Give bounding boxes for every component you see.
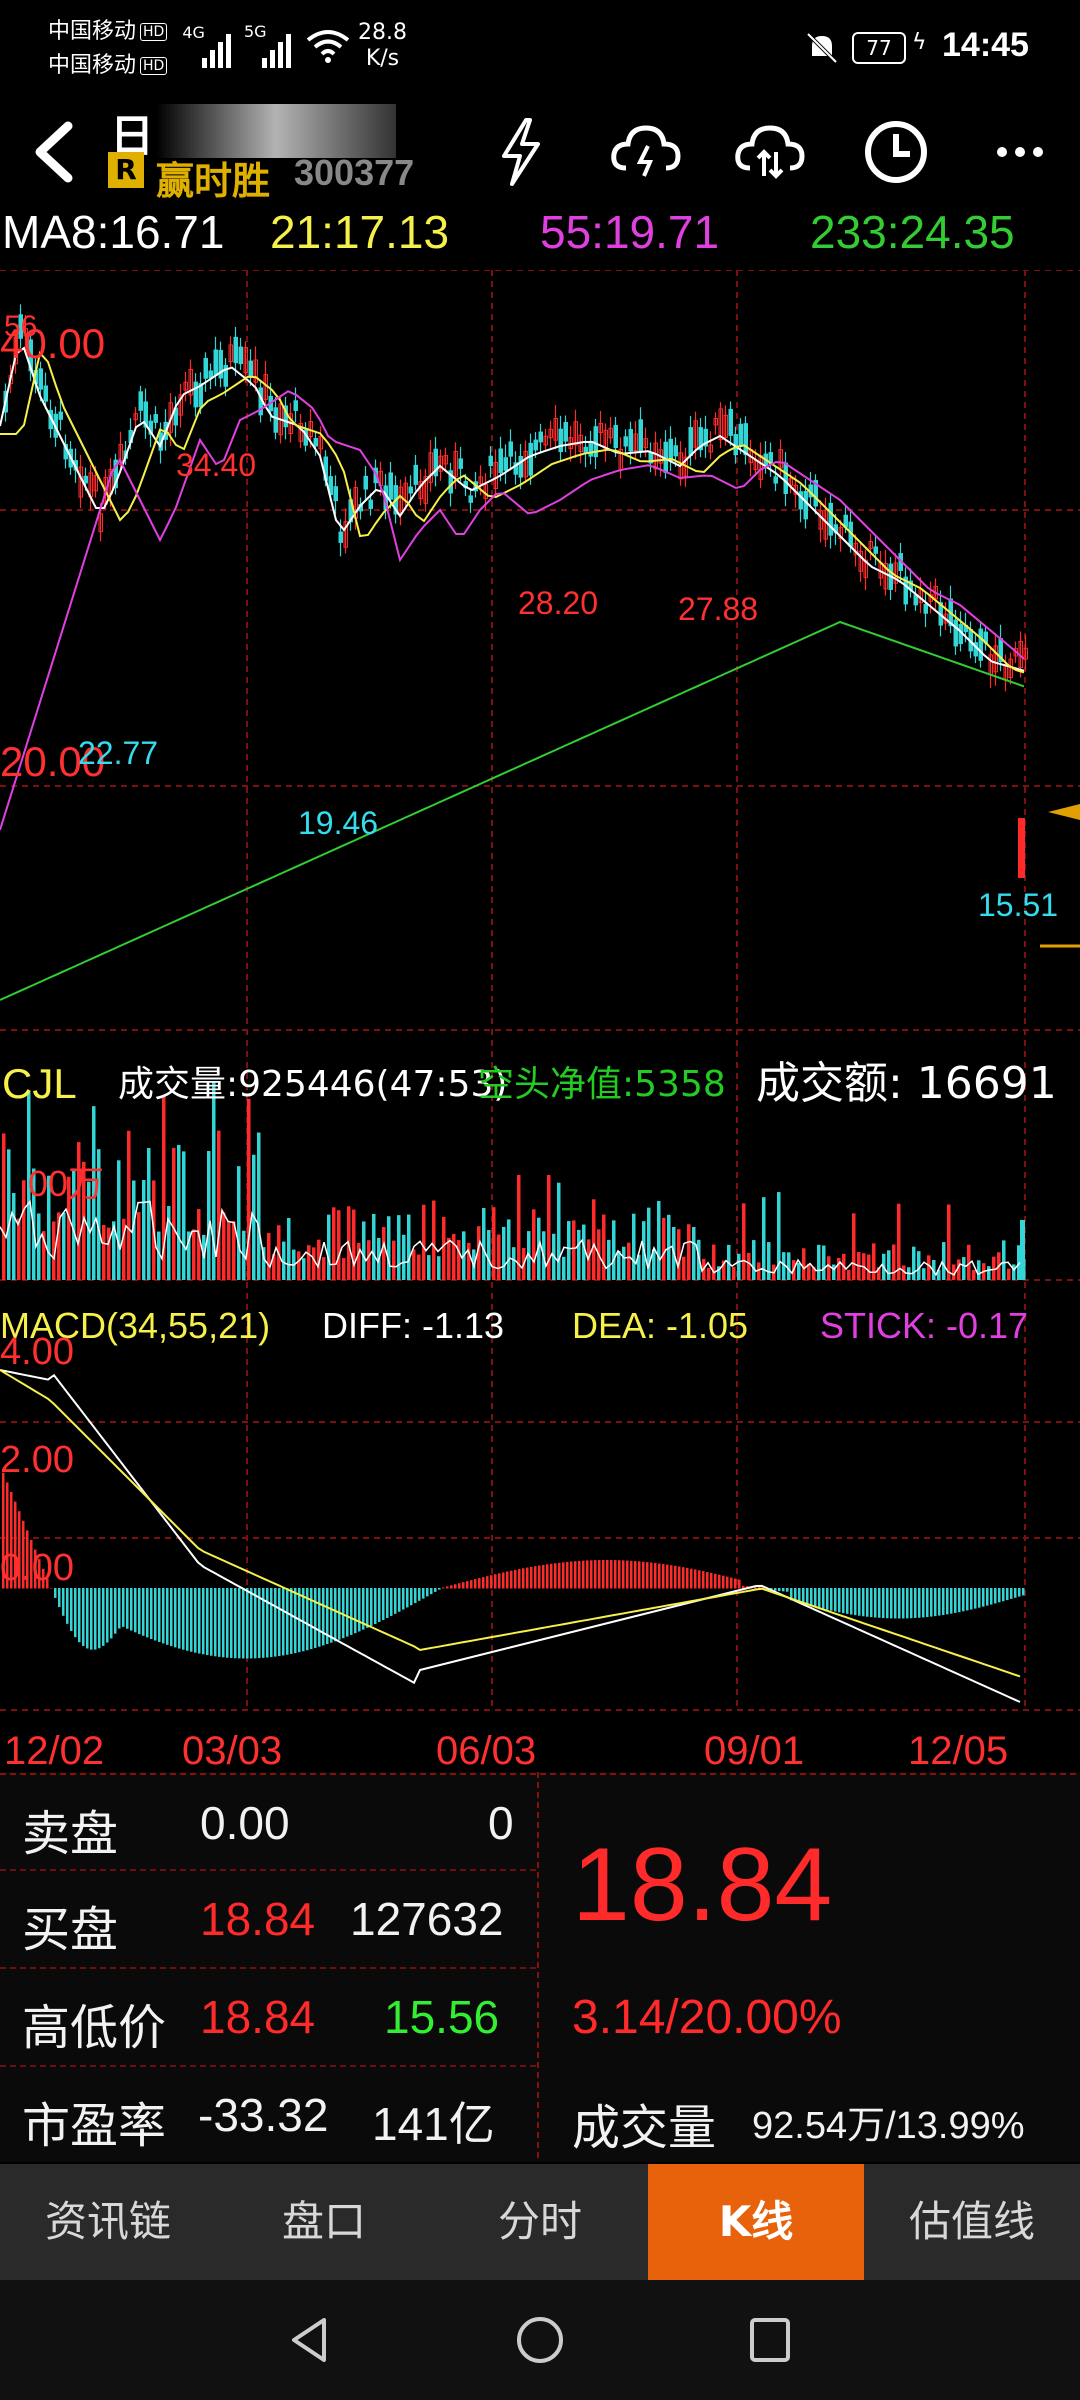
high-low-label: 高低价 — [22, 2000, 167, 2056]
quote-panel: 卖盘 0.00 0 买盘 18.84 127632 高低价 18.84 15.5… — [0, 1772, 1080, 2162]
clock-time: 14:45 — [942, 26, 1029, 64]
ma21-value: 21:17.13 — [270, 206, 450, 258]
tab-news-chain[interactable]: 资讯链 — [0, 2164, 216, 2280]
candlesticks — [3, 304, 1028, 878]
axis-top-label: 40.00 — [0, 320, 105, 367]
market-cap: 141亿 — [372, 2098, 495, 2150]
charging-icon: ϟ — [912, 30, 927, 55]
annotation-low-1: 22.77 — [78, 735, 158, 771]
macd-stick: STICK: -0.17 — [820, 1305, 1028, 1346]
net-value-label: 空头净值:5358 — [478, 1064, 726, 1105]
high-price: 18.84 — [200, 1991, 316, 2043]
date-label-4: 09/01 — [704, 1729, 804, 1770]
price-change: 3.14/20.00% — [572, 1991, 842, 2044]
volume-label: 成交量:925446(47:53) — [118, 1064, 507, 1105]
macd-bars — [2, 1472, 1025, 1659]
volume-value-panel: 92.54万/13.99% — [752, 2105, 1025, 2147]
carrier-1: 中国移动 HD 4G — [48, 19, 205, 44]
carrier-2: 中国移动 HD — [48, 50, 168, 82]
buy-volume: 127632 — [350, 1893, 504, 1945]
price-marker-icon — [1048, 804, 1080, 820]
annotation-low-2: 19.46 — [298, 805, 378, 841]
macd-lines — [0, 1369, 1021, 1703]
pe-label: 市盈率 — [22, 2098, 167, 2154]
chart-area[interactable]: 56 40.00 20.00 34.40 28.20 27.88 22.77 1… — [0, 269, 1080, 1773]
annotation-high-1: 34.40 — [176, 447, 256, 483]
kline-chart[interactable]: 56 40.00 20.00 34.40 28.20 27.88 22.77 1… — [0, 269, 1080, 1773]
volume-label-panel: 成交量 — [572, 2100, 717, 2156]
nav-recents-icon[interactable] — [740, 2310, 800, 2374]
mute-icon — [804, 30, 840, 70]
current-price: 18.84 — [572, 1827, 833, 1943]
net-speed: 28.8 K/s — [358, 20, 407, 71]
date-label-5: 12/05 — [908, 1729, 1008, 1770]
back-icon[interactable] — [16, 112, 96, 192]
chart-grid — [0, 269, 1080, 1711]
annotation-high-2: 28.20 — [518, 585, 598, 621]
nav-back-icon[interactable] — [280, 2310, 340, 2374]
volume-axis-label: 00万 — [28, 1163, 104, 1204]
status-bar: 中国移动 HD 4G 中国移动 HD 5G 28.8 K/s 77 ϟ 14:45 — [0, 0, 1080, 100]
tab-kline[interactable]: K线 — [648, 2164, 864, 2280]
nav-home-icon[interactable] — [510, 2310, 570, 2374]
annotation-low-3: 15.51 — [978, 887, 1058, 923]
date-label-2: 03/03 — [182, 1729, 282, 1770]
macd-axis-2: 2.00 — [0, 1439, 74, 1481]
macd-axis-4: 4.00 — [0, 1331, 74, 1373]
badge-r: R — [108, 152, 144, 188]
stock-name: 赢时胜 — [156, 159, 271, 203]
wifi-icon — [306, 28, 350, 68]
tab-order-book[interactable]: 盘口 — [216, 2164, 432, 2280]
cloud-download-icon[interactable] — [606, 112, 686, 192]
more-icon[interactable] — [980, 112, 1060, 192]
ma8-value: MA8:16.71 — [2, 206, 225, 258]
ma233-value: 233:24.35 — [810, 206, 1015, 258]
ma55-value: 55:19.71 — [540, 206, 720, 258]
macd-dea: DEA: -1.05 — [572, 1305, 748, 1346]
date-label-3: 06/03 — [436, 1729, 536, 1770]
sell-price: 0.00 — [200, 1797, 290, 1849]
clock-icon[interactable] — [856, 112, 936, 192]
cloud-upload-icon[interactable] — [730, 112, 810, 192]
date-label-1: 12/02 — [4, 1729, 104, 1770]
annotation-high-3: 27.88 — [678, 591, 758, 627]
ma-indicator-row: MA8:16.71 21:17.13 55:19.71 233:24.35 — [0, 205, 1080, 265]
top-toolbar: 日 R 赢时胜 300377 — [0, 100, 1080, 210]
system-nav-bar — [0, 2280, 1080, 2400]
macd-axis-0: 0.00 — [0, 1547, 74, 1589]
sell-label: 卖盘 — [22, 1806, 119, 1862]
tab-valuation[interactable]: 估值线 — [864, 2164, 1080, 2280]
macd-diff: DIFF: -1.13 — [322, 1305, 504, 1346]
amount-label: 成交额: 16691 — [756, 1058, 1057, 1109]
stock-code: 300377 — [294, 152, 415, 193]
lightning-icon[interactable] — [480, 112, 560, 192]
pe-value: -33.32 — [198, 2089, 329, 2141]
volume-title: CJL — [2, 1060, 77, 1107]
battery-icon: 77 — [852, 32, 906, 64]
buy-price: 18.84 — [200, 1893, 316, 1945]
tab-intraday[interactable]: 分时 — [432, 2164, 648, 2280]
bottom-tab-bar: 资讯链 盘口 分时 K线 估值线 — [0, 2164, 1080, 2280]
buy-label: 买盘 — [22, 1902, 119, 1958]
sell-volume: 0 — [488, 1797, 514, 1849]
low-price: 15.56 — [384, 1991, 500, 2043]
volume-bars — [0, 1081, 1026, 1280]
